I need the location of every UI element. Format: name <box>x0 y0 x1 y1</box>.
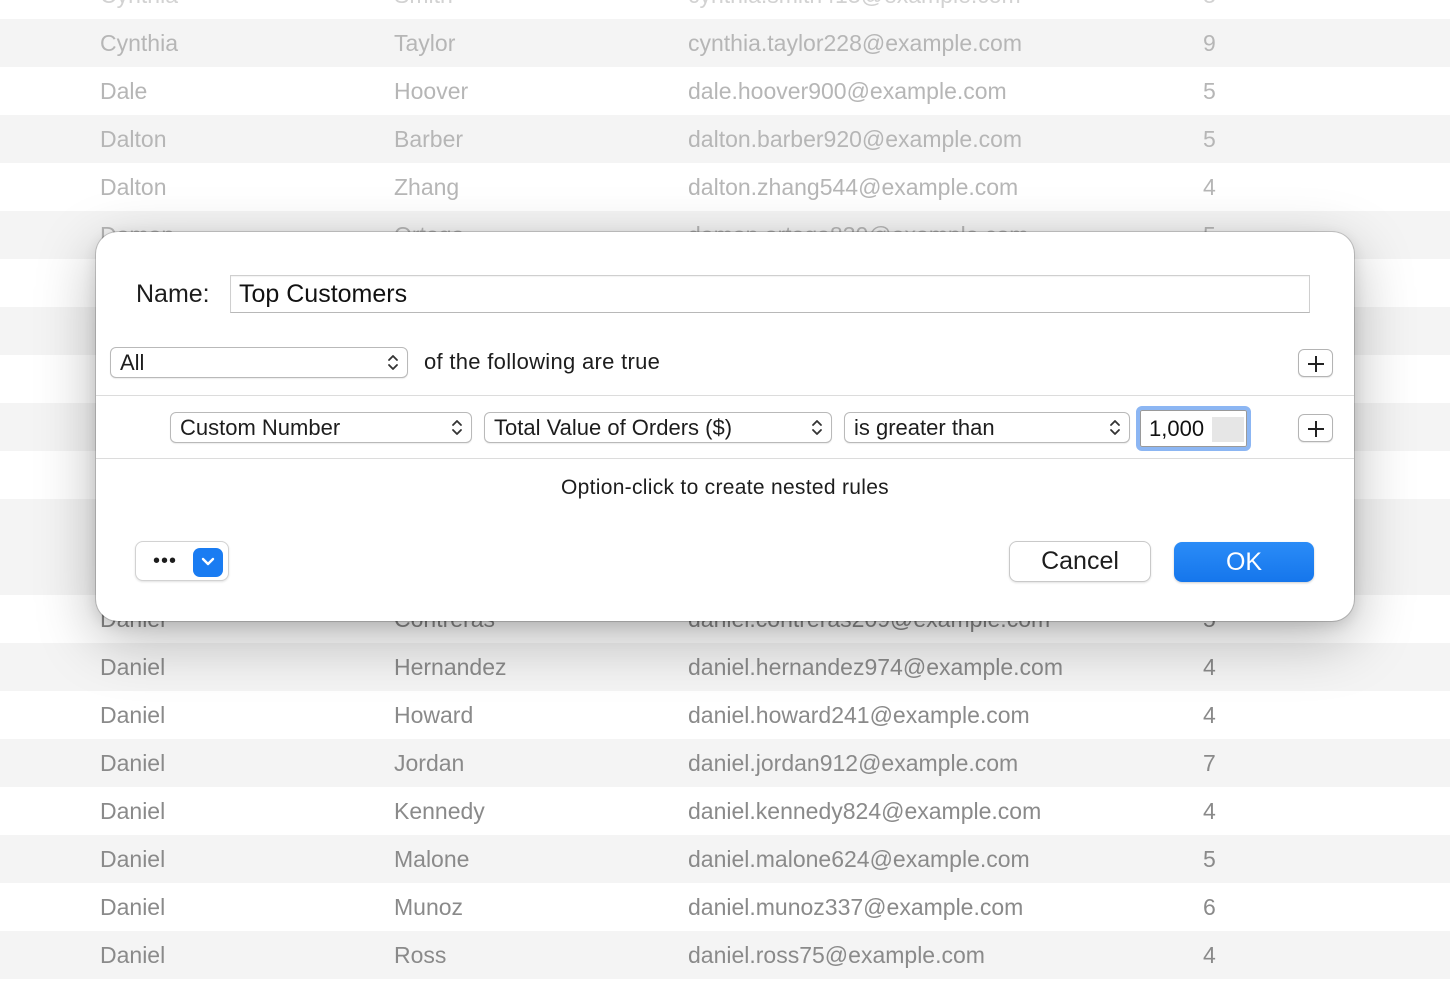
plus-icon <box>1308 356 1324 372</box>
count-cell: 7 <box>1203 750 1216 776</box>
smart-group-sheet: Name: Top Customers All of the following… <box>96 232 1354 621</box>
table-row[interactable]: Daniel Kennedy daniel.kennedy824@example.c… <box>0 787 1450 835</box>
ok-button[interactable]: OK <box>1174 542 1314 582</box>
last-name-cell: Smith <box>394 0 453 19</box>
table-row[interactable]: Daniel Jordan daniel.jordan912@example.com… <box>0 739 1450 787</box>
last-name-cell: Taylor <box>394 30 456 56</box>
email-cell: cynthia.taylor228@example.com <box>688 30 1023 56</box>
first-name-cell: Daniel <box>100 702 166 728</box>
last-name-cell: Zhang <box>394 174 460 200</box>
count-cell: 4 <box>1203 702 1216 728</box>
rule-field-popup[interactable]: Total Value of Orders ($) <box>484 412 832 443</box>
match-suffix-text: of the following are true <box>424 349 661 374</box>
action-menu-dropdown[interactable] <box>193 548 223 577</box>
count-cell: 5 <box>1203 126 1216 152</box>
first-name-cell: Cynthia <box>100 0 178 19</box>
count-cell: 5 <box>1203 78 1216 104</box>
match-selector-value: All <box>120 350 145 375</box>
first-name-cell: Dale <box>100 78 148 104</box>
first-name-cell: Daniel <box>100 750 166 776</box>
rule-value-text: 1,000 <box>1149 416 1205 441</box>
email-cell: daniel.jordan912@example.com <box>688 750 1019 776</box>
last-name-cell: Hoover <box>394 78 469 104</box>
count-cell: 4 <box>1203 942 1216 968</box>
add-rule-button[interactable] <box>1298 349 1333 377</box>
last-name-cell: Ross <box>394 942 447 968</box>
chevron-down-icon <box>201 557 215 566</box>
count-cell: 4 <box>1203 798 1216 824</box>
count-cell: 9 <box>1203 30 1216 56</box>
email-cell: dalton.barber920@example.com <box>688 126 1023 152</box>
name-input[interactable]: Top Customers <box>230 275 1310 313</box>
rule-field-value: Total Value of Orders ($) <box>494 415 733 440</box>
chevron-up-down-icon <box>452 420 462 435</box>
rule-operator-popup[interactable]: is greater than <box>844 412 1130 443</box>
rule-operator-value: is greater than <box>854 415 995 440</box>
email-cell: daniel.ross75@example.com <box>688 942 985 968</box>
add-nested-rule-button[interactable] <box>1298 414 1333 442</box>
plus-icon <box>1308 421 1324 437</box>
name-label: Name: <box>136 280 210 308</box>
first-name-cell: Daniel <box>100 942 166 968</box>
last-name-cell: Hernandez <box>394 654 507 680</box>
action-menu-button[interactable]: ••• <box>135 541 229 581</box>
table-row[interactable]: Daniel Munoz daniel.munoz337@example.com 6 <box>0 883 1450 931</box>
chevron-up-down-icon <box>812 420 822 435</box>
text-selection-highlight <box>1212 417 1244 442</box>
last-name-cell: Malone <box>394 846 470 872</box>
first-name-cell: Dalton <box>100 174 167 200</box>
first-name-cell: Daniel <box>100 798 166 824</box>
table-row[interactable]: Cynthia Smith cynthia.smith413@example.com… <box>0 0 1450 19</box>
rule-field-type-popup[interactable]: Custom Number <box>170 412 472 443</box>
last-name-cell: Jordan <box>394 750 465 776</box>
table-row[interactable]: Daniel Malone daniel.malone624@example.com… <box>0 835 1450 883</box>
count-cell: 4 <box>1203 654 1216 680</box>
rule-field-type-value: Custom Number <box>180 415 341 440</box>
table-row[interactable]: Dalton Zhang dalton.zhang544@example.com 4 <box>0 163 1450 211</box>
first-name-cell: Daniel <box>100 654 166 680</box>
nested-rules-hint: Option-click to create nested rules <box>561 476 889 499</box>
email-cell: daniel.munoz337@example.com <box>688 894 1024 920</box>
table-row[interactable]: Daniel Hernandez daniel.hernandez974@examp… <box>0 643 1450 691</box>
count-cell: 3 <box>1203 0 1216 19</box>
table-row[interactable]: Cynthia Taylor cynthia.taylor228@example.c… <box>0 19 1450 67</box>
email-cell: daniel.malone624@example.com <box>688 846 1030 872</box>
email-cell: dale.hoover900@example.com <box>688 78 1007 104</box>
email-cell: dalton.zhang544@example.com <box>688 174 1019 200</box>
match-selector-popup[interactable]: All <box>110 347 408 378</box>
chevron-up-down-icon <box>1110 420 1120 435</box>
first-name-cell: Cynthia <box>100 30 178 56</box>
table-row[interactable]: Dale Hoover dale.hoover900@example.com 5 <box>0 67 1450 115</box>
first-name-cell: Daniel <box>100 894 166 920</box>
email-cell: daniel.howard241@example.com <box>688 702 1030 728</box>
more-icon: ••• <box>153 550 178 572</box>
email-cell: daniel.kennedy824@example.com <box>688 798 1042 824</box>
rule-row: Custom Number Total Value of Orders ($) … <box>96 395 1354 459</box>
count-cell: 4 <box>1203 174 1216 200</box>
last-name-cell: Kennedy <box>394 798 485 824</box>
count-cell: 5 <box>1203 846 1216 872</box>
first-name-cell: Daniel <box>100 846 166 872</box>
email-cell: cynthia.smith413@example.com <box>688 0 1021 19</box>
chevron-up-down-icon <box>388 355 398 370</box>
rule-value-input[interactable]: 1,000 <box>1136 406 1251 451</box>
first-name-cell: Dalton <box>100 126 167 152</box>
cancel-button[interactable]: Cancel <box>1009 541 1151 582</box>
last-name-cell: Barber <box>394 126 464 152</box>
last-name-cell: Howard <box>394 702 474 728</box>
count-cell: 6 <box>1203 894 1216 920</box>
email-cell: daniel.hernandez974@example.com <box>688 654 1063 680</box>
table-row[interactable]: Dalton Barber dalton.barber920@example.com… <box>0 115 1450 163</box>
last-name-cell: Munoz <box>394 894 464 920</box>
table-row[interactable]: Daniel Howard daniel.howard241@example.com… <box>0 691 1450 739</box>
table-row[interactable]: Daniel Ross daniel.ross75@example.com 4 <box>0 931 1450 979</box>
